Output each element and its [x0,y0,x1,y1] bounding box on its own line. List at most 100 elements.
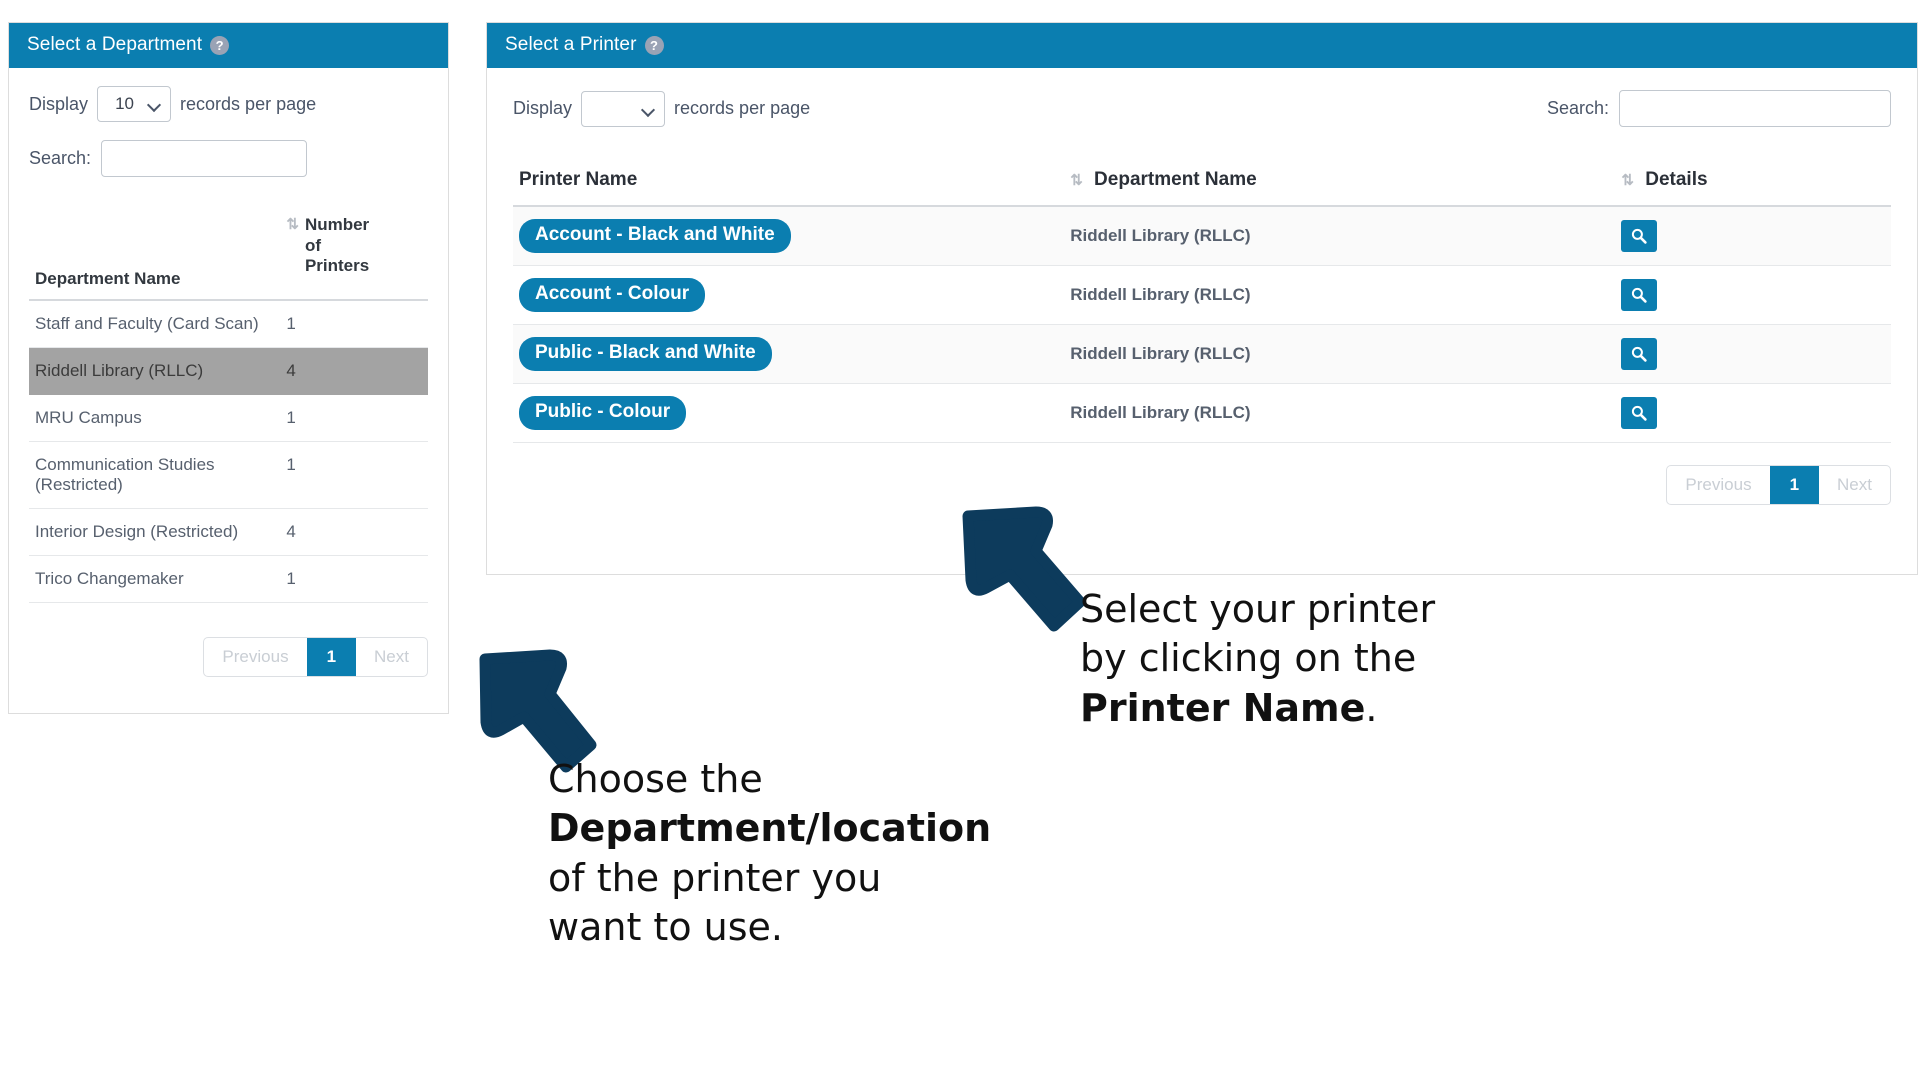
select-department-header: Select a Department ? [9,23,448,68]
printer-name-cell: Account - Colour [513,265,1065,325]
pagination-page-1-button[interactable]: 1 [1769,465,1820,504]
number-of-printers-cell: 4 [280,508,428,556]
printer-name-button[interactable]: Account - Colour [519,277,706,312]
printer-table: Printer Name ⇅ Department Name ⇅ Details… [513,161,1891,443]
details-cell [1615,265,1891,325]
printer-table-header-row: Printer Name ⇅ Department Name ⇅ Details [513,161,1891,207]
column-header-details-label: Details [1645,169,1708,190]
column-header-details[interactable]: ⇅ Details [1615,161,1891,207]
printer-search-group: Search: [1547,90,1891,127]
table-row[interactable]: Communication Studies (Restricted) 1 [29,441,428,509]
details-cell [1615,383,1891,443]
table-row: Account - Black and White Riddell Library… [513,206,1891,266]
department-table: Department Name ⇅ Number of Printers Sta… [29,207,428,603]
column-header-department-name[interactable]: ⇅ Department Name [1064,161,1616,207]
annotation-department-line3: of the printer you [548,855,882,900]
annotation-department: Choose the Department/location of the pr… [548,755,1018,953]
table-row: Account - Colour Riddell Library (RLLC) [513,265,1891,325]
pagination-previous-button[interactable]: Previous [1667,466,1769,504]
help-question-icon[interactable]: ? [644,35,664,55]
pagination-page-1-button[interactable]: 1 [306,638,357,676]
department-pagination-wrap: Previous 1 Next [29,637,428,677]
annotation-department-line4: want to use. [548,905,783,950]
column-header-number-of-printers-label: Number of Printers [304,215,370,276]
magnifier-icon[interactable] [1621,278,1658,311]
number-of-printers-cell: 1 [280,300,428,348]
printer-name-button[interactable]: Public - Black and White [519,336,772,371]
table-row[interactable]: Trico Changemaker 1 [29,555,428,603]
department-search-input[interactable] [101,140,308,177]
printer-search-input[interactable] [1619,90,1891,127]
column-header-department-name[interactable]: Department Name [29,207,281,301]
table-row[interactable]: Riddell Library (RLLC) 4 [29,347,428,395]
table-row: Public - Black and White Riddell Library … [513,324,1891,384]
select-printer-header: Select a Printer ? [487,23,1917,68]
select-printer-panel: Select a Printer ? Display records per p… [486,22,1918,575]
department-table-head: Department Name ⇅ Number of Printers [29,207,428,301]
chevron-down-icon [149,98,161,110]
printer-name-cell: Public - Colour [513,383,1065,443]
department-name-cell[interactable]: Riddell Library (RLLC) [29,347,281,395]
table-row[interactable]: Staff and Faculty (Card Scan) 1 [29,300,428,348]
column-header-department-name-label: Department Name [35,269,181,288]
printer-table-head: Printer Name ⇅ Department Name ⇅ Details [513,161,1891,207]
number-of-printers-cell: 4 [280,347,428,395]
details-cell [1615,324,1891,384]
annotation-printer-line2: by clicking on the [1080,636,1417,681]
department-name-cell[interactable]: Trico Changemaker [29,555,281,603]
printer-pagination-wrap: Previous 1 Next [513,464,1891,505]
printer-pagination: Previous 1 Next [1666,464,1891,505]
department-name-cell[interactable]: MRU Campus [29,394,281,442]
department-name-cell[interactable]: Interior Design (Restricted) [29,508,281,556]
department-name-cell[interactable]: Staff and Faculty (Card Scan) [29,300,281,348]
department-name-cell: Riddell Library (RLLC) [1064,265,1616,325]
table-row[interactable]: Interior Design (Restricted) 4 [29,508,428,556]
printer-name-button[interactable]: Account - Black and White [519,219,791,253]
department-pagination: Previous 1 Next [203,637,428,677]
select-printer-body: Display records per page Search: Printer… [487,68,1917,521]
magnifier-icon[interactable] [1621,337,1658,370]
printer-records-per-page-select[interactable] [581,90,666,127]
magnifier-icon[interactable] [1621,219,1658,252]
help-question-icon[interactable]: ? [210,35,230,55]
department-length-row: Display 10 records per page [29,86,428,122]
search-label: Search: [1546,98,1609,118]
department-records-per-page-select[interactable]: 10 [97,86,172,122]
chevron-down-icon [643,103,655,115]
department-table-body: Staff and Faculty (Card Scan) 1 Riddell Li… [29,300,428,603]
printer-name-button[interactable]: Public - Colour [519,395,687,430]
column-header-printer-name[interactable]: Printer Name [513,161,1065,207]
department-search-group: Search: [29,140,308,177]
printer-table-body: Account - Black and White Riddell Library… [513,206,1891,443]
search-label: Search: [29,148,92,168]
display-label: Display [29,93,89,114]
pagination-previous-button[interactable]: Previous [204,638,306,676]
department-name-cell: Riddell Library (RLLC) [1064,206,1616,266]
number-of-printers-cell: 1 [280,441,428,509]
records-per-page-label: records per page [674,98,811,118]
column-header-number-of-printers[interactable]: ⇅ Number of Printers [280,207,428,301]
records-per-page-label: records per page [180,93,317,114]
table-row: Public - Colour Riddell Library (RLLC) [513,383,1891,443]
panel-title: Select a Department [27,34,203,55]
magnifier-icon[interactable] [1621,396,1658,429]
table-row[interactable]: MRU Campus 1 [29,394,428,442]
details-cell [1615,206,1891,266]
department-search-row: Search: [29,140,428,177]
annotation-printer-period: . [1365,685,1378,730]
pagination-next-button[interactable]: Next [356,638,427,676]
printer-name-cell: Public - Black and White [513,324,1065,384]
display-label: Display [513,98,573,118]
sort-icon: ⇅ [1070,172,1083,189]
sort-icon: ⇅ [286,216,299,233]
column-header-department-name-label: Department Name [1094,169,1257,190]
number-of-printers-cell: 1 [280,555,428,603]
department-table-header-row: Department Name ⇅ Number of Printers [29,207,428,301]
department-name-cell[interactable]: Communication Studies (Restricted) [29,441,281,509]
annotation-printer-bold: Printer Name [1080,685,1366,730]
select-department-body: Display 10 records per page Search: Depa… [9,68,448,693]
pagination-next-button[interactable]: Next [1819,466,1890,504]
number-of-printers-cell: 1 [280,394,428,442]
department-length-group: Display 10 records per page [29,86,316,122]
sort-icon: ⇅ [1621,172,1634,189]
